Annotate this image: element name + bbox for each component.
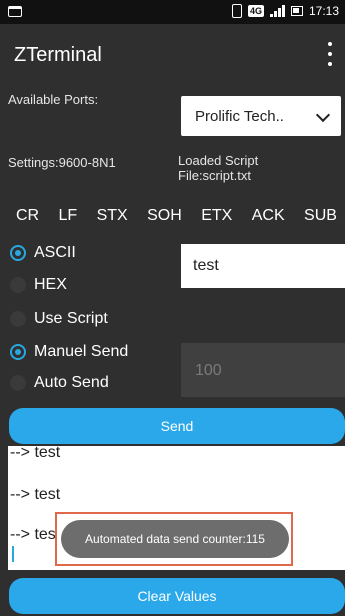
battery-icon: [290, 6, 303, 16]
hex-radio[interactable]: HEX: [10, 276, 67, 294]
app-title: ZTerminal: [14, 44, 102, 66]
manuel-send-radio[interactable]: Manuel Send: [10, 343, 128, 361]
hex-label: HEX: [34, 276, 67, 293]
auto-send-radio[interactable]: Auto Send: [10, 374, 109, 392]
loaded-script-line1: Loaded Script: [178, 153, 259, 168]
clock: 17:13: [308, 4, 339, 18]
signal-icon: [269, 5, 285, 17]
app-bar: ZTerminal: [0, 24, 345, 82]
radio-checked-icon: [10, 245, 26, 261]
log-line: --> tes: [10, 526, 56, 543]
clear-values-button[interactable]: Clear Values: [9, 578, 345, 614]
status-bar: 4G 17:13: [0, 0, 345, 24]
radio-unchecked-icon: [10, 375, 26, 391]
ack-button[interactable]: ACK: [246, 205, 291, 227]
use-script-radio[interactable]: Use Script: [10, 310, 108, 328]
chevron-down-icon: [317, 110, 329, 122]
annotation-line: [293, 538, 345, 539]
loaded-script-label: Loaded Script File:script.txt: [178, 153, 258, 183]
cr-button[interactable]: CR: [10, 205, 45, 227]
use-script-label: Use Script: [34, 310, 108, 327]
log-line: --> test: [10, 486, 61, 503]
radio-unchecked-icon: [10, 277, 26, 293]
settings-label: Settings:9600-8N1: [8, 155, 116, 170]
radio-checked-icon: [10, 344, 26, 360]
manuel-send-label: Manuel Send: [34, 343, 129, 360]
radio-unchecked-icon: [10, 311, 26, 327]
overflow-menu-icon[interactable]: [325, 42, 335, 66]
notification-icon: [8, 6, 22, 17]
vibrate-icon: [231, 4, 242, 18]
auto-send-label: Auto Send: [34, 374, 109, 391]
ascii-radio[interactable]: ASCII: [10, 244, 76, 262]
status-icons: 4G 17:13: [231, 4, 339, 18]
etx-button[interactable]: ETX: [195, 205, 238, 227]
sub-button[interactable]: SUB: [298, 205, 343, 227]
toast-highlight: Automated data send counter:115: [55, 512, 293, 566]
port-dropdown[interactable]: Prolific Tech..: [181, 96, 341, 136]
ascii-label: ASCII: [34, 244, 76, 261]
stx-button[interactable]: STX: [91, 205, 134, 227]
control-char-row: CR LF STX SOH ETX ACK SUB: [0, 205, 345, 227]
send-text-input[interactable]: test: [181, 244, 345, 288]
send-button[interactable]: Send: [9, 408, 345, 444]
loaded-script-line2: File:script.txt: [178, 168, 251, 183]
log-line: --> test: [10, 446, 61, 461]
text-caret: [12, 546, 14, 562]
network-type: 4G: [247, 5, 264, 17]
interval-input[interactable]: 100: [181, 343, 345, 397]
available-ports-label: Available Ports:: [8, 92, 99, 107]
soh-button[interactable]: SOH: [141, 205, 188, 227]
port-dropdown-value: Prolific Tech..: [195, 107, 284, 125]
toast-message: Automated data send counter:115: [61, 520, 289, 558]
lf-button[interactable]: LF: [53, 205, 84, 227]
